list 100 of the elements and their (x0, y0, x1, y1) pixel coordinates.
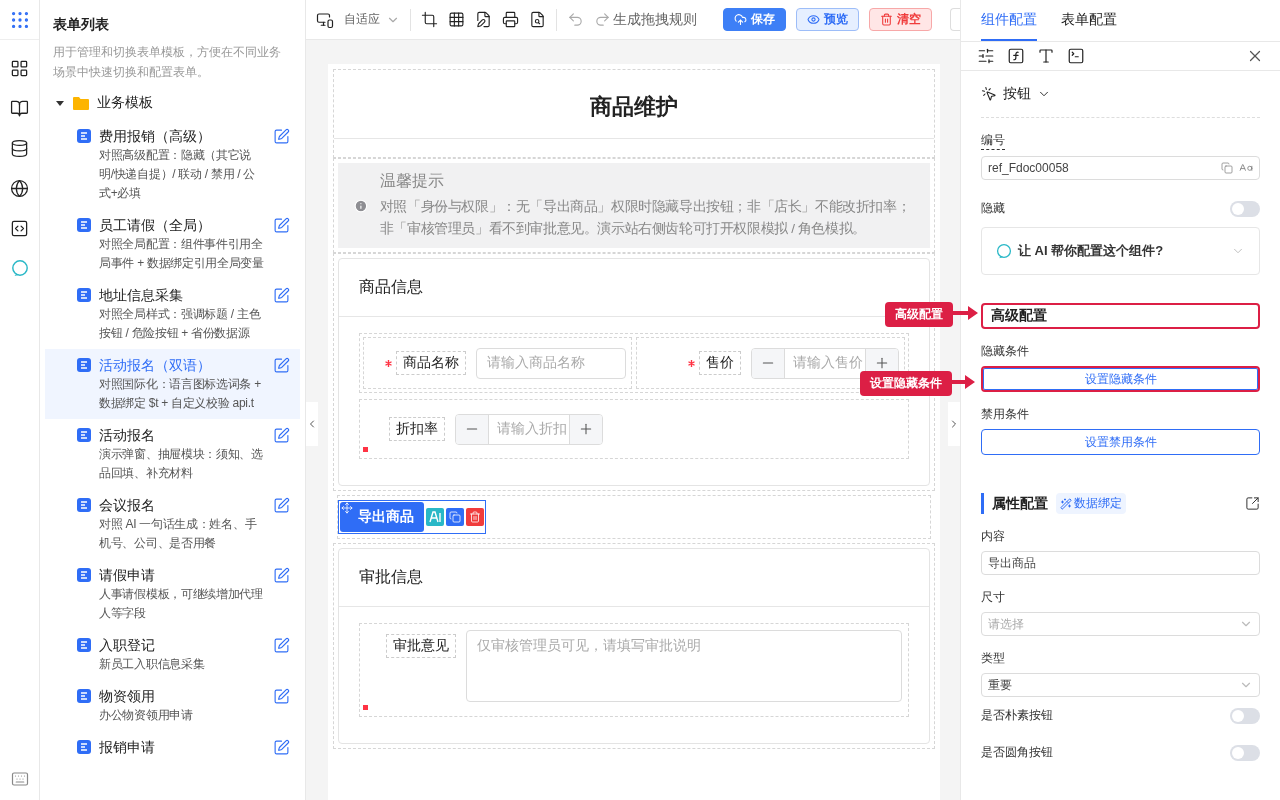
panel-tab[interactable]: 表单配置 (1061, 0, 1117, 41)
redo-icon[interactable] (594, 11, 611, 28)
section-heading: 高级配置 (981, 303, 1260, 329)
code-icon[interactable] (10, 218, 29, 238)
plus-icon[interactable] (578, 421, 594, 437)
template-item[interactable]: 报销申请 (45, 731, 300, 766)
copy-icon[interactable] (449, 511, 461, 523)
edit-icon[interactable] (273, 217, 290, 234)
folder-label[interactable]: 业务模板 (97, 94, 153, 112)
document-icon (77, 288, 91, 302)
export-button[interactable]: 导出商品 (340, 502, 424, 532)
template-item[interactable]: 请假申请 人事请假模板，可继续增加代理人等字段 (45, 559, 300, 629)
device-icon[interactable] (316, 10, 334, 29)
ai-assist-panel[interactable]: 让 AI 帮你配置这个组件? (981, 227, 1260, 275)
generate-rules-button[interactable]: 生成拖拽规则 (613, 10, 697, 29)
template-description: 办公物资领用申请 (99, 707, 194, 724)
condition-button[interactable]: 设置隐藏条件 (981, 366, 1260, 392)
toolbar-button[interactable]: 保存 (723, 8, 786, 31)
edit-file-icon[interactable] (475, 11, 492, 28)
resize-handle[interactable] (363, 447, 368, 452)
file-search-icon[interactable] (529, 11, 546, 28)
grid-icon[interactable] (10, 58, 29, 78)
edit-icon[interactable] (273, 637, 290, 654)
condition-button[interactable]: 设置禁用条件 (981, 429, 1260, 455)
selected-component[interactable]: 导出商品 (338, 500, 486, 534)
section-heading: 属性配置 (992, 494, 1048, 513)
toggle-switch[interactable] (1230, 707, 1260, 724)
template-item[interactable]: 会议报名 对照 AI 一句话生成：姓名、手机号、公司、是否用餐 (45, 489, 300, 559)
sliders-icon[interactable] (977, 47, 995, 65)
template-item[interactable]: 活动报名 演示弹窗、抽屉模块：须知、选品回填、补充材料 (45, 419, 300, 489)
caret-icon[interactable] (55, 98, 65, 108)
delete-icon[interactable] (469, 511, 481, 523)
function-icon[interactable] (1007, 47, 1025, 65)
template-item[interactable]: 活动报名（双语） 对照国际化：语言图标选词条 + 数据绑定 $t + 自定义校验 api.t (45, 349, 300, 419)
field-label: 内容 (981, 528, 1005, 545)
wand-icon (1060, 497, 1072, 510)
document-icon (77, 638, 91, 652)
printer-icon[interactable] (502, 11, 519, 28)
notice-title: 温馨提示 (379, 171, 445, 191)
field-label: 售价 (699, 351, 741, 375)
field-label: 类型 (981, 650, 1005, 667)
edit-icon[interactable] (273, 357, 290, 374)
field-label: 商品名称 (396, 351, 466, 375)
edit-icon[interactable] (273, 567, 290, 584)
collapse-left-button[interactable] (306, 402, 318, 446)
sidebar-description: 用于管理和切换表单模板，方便在不同业务场景中快速切换和配置表单。 (52, 44, 282, 81)
toggle-label: 隐藏 (981, 200, 1005, 217)
toolbar-button[interactable]: 预览 (796, 8, 859, 31)
crop-icon[interactable] (421, 11, 438, 28)
template-description: 演示弹窗、抽屉模块：须知、选品回填、补充材料 (99, 446, 264, 482)
move-icon[interactable] (341, 502, 353, 514)
text-style-icon[interactable] (1037, 47, 1055, 65)
select-field[interactable]: 重要 (981, 673, 1260, 697)
template-description: 人事请假模板，可继续增加代理人等字段 (99, 586, 264, 622)
undo-icon[interactable] (567, 11, 584, 28)
text-input[interactable]: 导出商品 (981, 551, 1260, 575)
document-icon (77, 129, 91, 143)
globe-icon[interactable] (10, 178, 29, 198)
edit-icon[interactable] (273, 688, 290, 705)
template-item[interactable]: 员工请假（全局） 对照全局配置：组件事件引用全局事件 + 数据绑定引用全局变量 (45, 209, 300, 279)
callout-arrow (950, 306, 978, 320)
edit-icon[interactable] (273, 427, 290, 444)
template-description: 对照 AI 一句话生成：姓名、手机号、公司、是否用餐 (99, 516, 258, 552)
template-description: 新员工入职信息采集 (99, 656, 206, 673)
template-item[interactable]: 费用报销（高级） 对照高级配置：隐藏（其它说明/快递自提）/ 联动 / 禁用 / 公式+必填 (45, 120, 300, 209)
template-description: 对照全局样式：强调标题 / 主色按钮 / 危险按钮 + 省份数据源 (99, 306, 262, 342)
resize-handle[interactable] (363, 705, 368, 710)
template-title: 请假申请 (99, 566, 156, 585)
document-icon (77, 740, 91, 754)
terminal-icon[interactable] (1067, 47, 1085, 65)
component-type-select[interactable]: 按钮 (1003, 85, 1031, 103)
viewport-select[interactable]: 自适应 (344, 11, 400, 28)
field-label: 审批意见 (386, 634, 456, 658)
edit-icon[interactable] (273, 128, 290, 145)
ai-icon[interactable] (429, 511, 441, 523)
database-icon[interactable] (10, 138, 29, 158)
template-item[interactable]: 入职登记 新员工入职信息采集 (45, 629, 300, 680)
edit-icon[interactable] (273, 739, 290, 756)
document-icon (77, 358, 91, 372)
field-label: 禁用条件 (981, 406, 1029, 423)
id-input[interactable]: ref_Fdoc00058 (981, 156, 1260, 180)
toggle-switch[interactable] (1230, 200, 1260, 217)
keyboard-icon[interactable] (10, 770, 29, 788)
edit-icon[interactable] (273, 287, 290, 304)
template-item[interactable]: 物资领用 办公物资领用申请 (45, 680, 300, 731)
plus-icon[interactable] (874, 355, 890, 371)
external-link-icon[interactable] (1245, 496, 1260, 511)
grid-icon[interactable] (448, 11, 465, 28)
panel-tab[interactable]: 组件配置 (981, 0, 1037, 41)
template-title: 地址信息采集 (99, 286, 184, 305)
template-title: 活动报名（双语） (99, 356, 212, 375)
template-title: 员工请假（全局） (99, 216, 212, 235)
pointer-icon[interactable] (981, 86, 997, 102)
data-binding-tag[interactable]: 数据绑定 (1056, 493, 1126, 514)
toggle-switch[interactable] (1230, 744, 1260, 761)
document-icon (77, 218, 91, 232)
book-icon[interactable] (10, 98, 29, 118)
template-title: 会议报名 (99, 496, 156, 515)
template-item[interactable]: 地址信息采集 对照全局样式：强调标题 / 主色按钮 / 危险按钮 + 省份数据源 (45, 279, 300, 349)
edit-icon[interactable] (273, 497, 290, 514)
